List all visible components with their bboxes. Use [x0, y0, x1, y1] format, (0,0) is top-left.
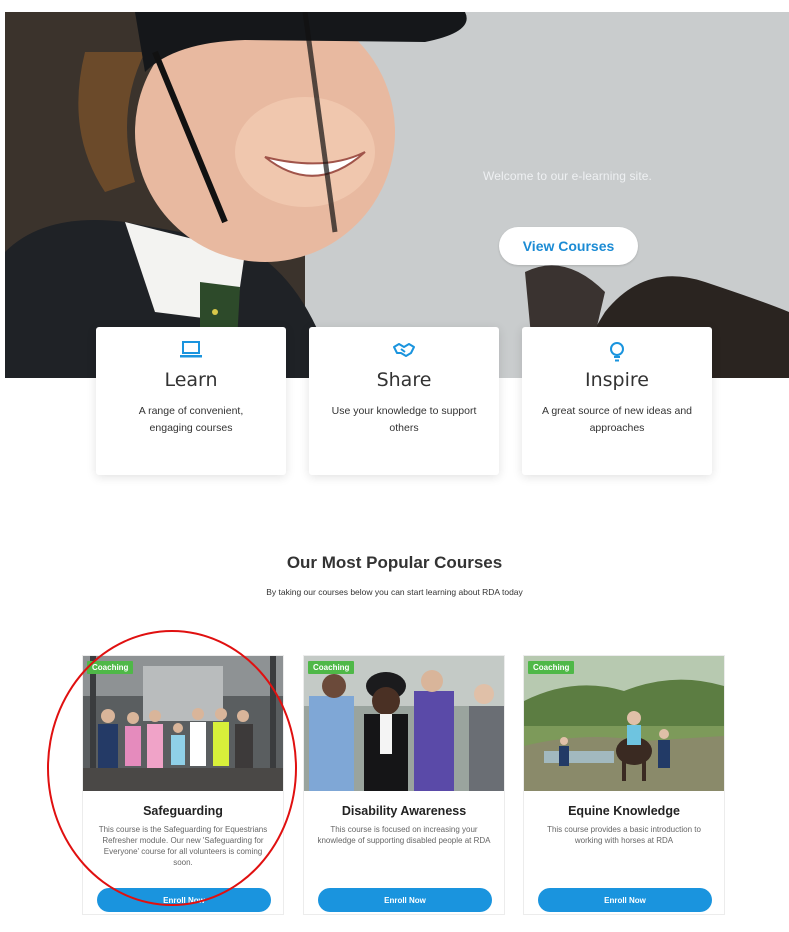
enroll-now-button[interactable]: Enroll Now — [538, 888, 712, 912]
hero-photo — [5, 12, 789, 378]
view-courses-button[interactable]: View Courses — [499, 227, 638, 265]
popular-courses-title: Our Most Popular Courses — [286, 553, 503, 572]
feature-description: A range of convenient, engaging courses — [138, 405, 244, 434]
course-photo: Coaching — [524, 656, 724, 791]
feature-description: A great source of new ideas and approach… — [542, 405, 693, 434]
handshake-icon — [309, 341, 499, 365]
course-card-equine-knowledge[interactable]: Coaching Equine Knowledge This course pr… — [523, 655, 725, 915]
enroll-now-button[interactable]: Enroll Now — [318, 888, 492, 912]
enroll-now-button[interactable]: Enroll Now — [97, 888, 271, 912]
feature-title: Learn — [164, 369, 218, 391]
welcome-text: Welcome to our e-learning site. — [483, 169, 652, 183]
course-card-disability-awareness[interactable]: Coaching Disability Awareness This cours… — [303, 655, 505, 915]
course-title[interactable]: Equine Knowledge — [524, 804, 724, 818]
category-badge: Coaching — [308, 661, 355, 674]
course-photo: Coaching — [83, 656, 283, 791]
feature-description: Use your knowledge to support others — [331, 405, 477, 434]
course-photo: Coaching — [304, 656, 504, 791]
feature-card-learn: Learn A range of convenient, engaging co… — [96, 327, 286, 475]
hero-banner: Welcome to our e-learning site. View Cou… — [5, 12, 789, 378]
laptop-icon — [96, 341, 286, 365]
course-description: This course provides a basic introductio… — [547, 825, 701, 845]
category-badge: Coaching — [528, 661, 575, 674]
feature-title: Share — [376, 369, 432, 391]
course-title[interactable]: Disability Awareness — [304, 804, 504, 818]
course-card-safeguarding[interactable]: Coaching Safeguarding This course is the… — [82, 655, 284, 915]
feature-card-share: Share Use your knowledge to support othe… — [309, 327, 499, 475]
feature-title: Inspire — [585, 369, 649, 391]
course-description: This course is the Safeguarding for Eque… — [98, 825, 268, 867]
feature-card-inspire: Inspire A great source of new ideas and … — [522, 327, 712, 475]
course-description: This course is focused on increasing you… — [317, 825, 491, 845]
course-title[interactable]: Safeguarding — [83, 804, 283, 818]
popular-courses-subtitle: By taking our courses below you can star… — [266, 587, 523, 597]
lightbulb-icon — [522, 341, 712, 365]
category-badge: Coaching — [87, 661, 134, 674]
